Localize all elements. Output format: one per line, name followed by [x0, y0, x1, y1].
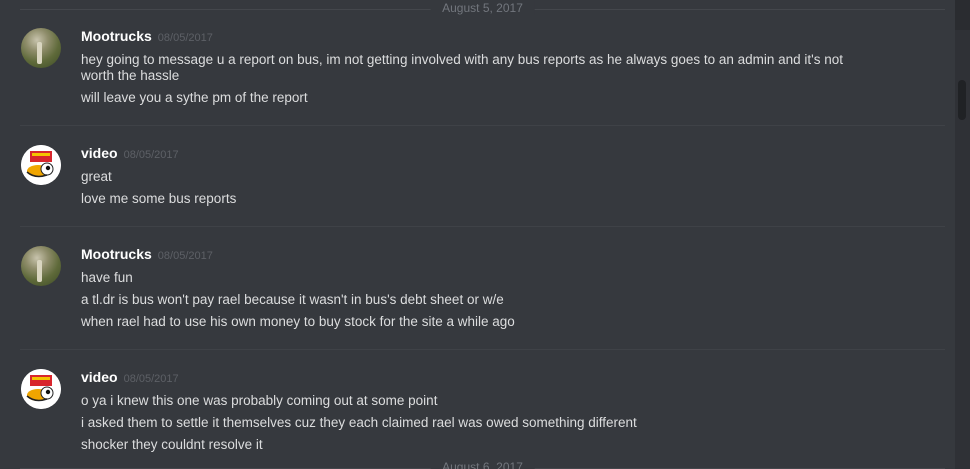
username[interactable]: Mootrucks — [81, 28, 152, 44]
message-text: shocker they couldnt resolve it — [81, 437, 263, 452]
message-text: great — [81, 169, 112, 184]
message-text: a tl.dr is bus won't pay rael because it… — [81, 292, 504, 307]
message-text: love me some bus reports — [81, 191, 237, 206]
username[interactable]: video — [81, 369, 118, 385]
message-text: hey going to message u a report on bus, … — [81, 52, 844, 67]
scrollbar-thumb[interactable] — [958, 80, 966, 120]
timestamp: 08/05/2017 — [123, 373, 179, 385]
timestamp: 08/05/2017 — [157, 32, 213, 44]
chat-messages-pane[interactable]: August 5, 2017 Mootrucks 08/05/2017 hey g… — [0, 0, 955, 469]
message-group: Mootrucks 08/05/2017 have fun a tl.dr is … — [0, 246, 945, 350]
timestamp: 08/05/2017 — [123, 149, 179, 161]
date-divider-label: August 6, 2017 — [430, 460, 535, 469]
message-group: video 08/05/2017 great love me some bus r… — [0, 145, 945, 227]
message-text: i asked them to settle it themselves cuz… — [81, 415, 637, 430]
username[interactable]: video — [81, 145, 118, 161]
message-group: video 08/05/2017 o ya i knew this one was… — [0, 369, 945, 465]
message-text: when rael had to use his own money to bu… — [81, 314, 515, 329]
message-separator — [20, 125, 945, 126]
message-text: have fun — [81, 270, 133, 285]
message-group: Mootrucks 08/05/2017 hey going to message… — [0, 28, 945, 126]
duck-icon — [21, 145, 61, 185]
scrollbar[interactable] — [955, 0, 970, 469]
message-header: Mootrucks 08/05/2017 — [81, 28, 213, 48]
message-header: Mootrucks 08/05/2017 — [81, 246, 213, 266]
message-separator — [20, 226, 945, 227]
username[interactable]: Mootrucks — [81, 246, 152, 262]
avatar[interactable] — [21, 369, 61, 409]
message-text: worth the hassle — [81, 68, 180, 83]
message-header: video 08/05/2017 — [81, 369, 179, 389]
message-text: will leave you a sythe pm of the report — [81, 90, 308, 105]
scrollbar-track-top — [955, 0, 970, 30]
date-divider: August 5, 2017 — [20, 1, 945, 15]
duck-icon — [21, 369, 61, 409]
avatar[interactable] — [21, 28, 61, 68]
date-divider-label: August 5, 2017 — [430, 1, 535, 15]
avatar[interactable] — [21, 145, 61, 185]
avatar[interactable] — [21, 246, 61, 286]
message-header: video 08/05/2017 — [81, 145, 179, 165]
message-separator — [20, 349, 945, 350]
timestamp: 08/05/2017 — [157, 250, 213, 262]
message-text: o ya i knew this one was probably coming… — [81, 393, 438, 408]
